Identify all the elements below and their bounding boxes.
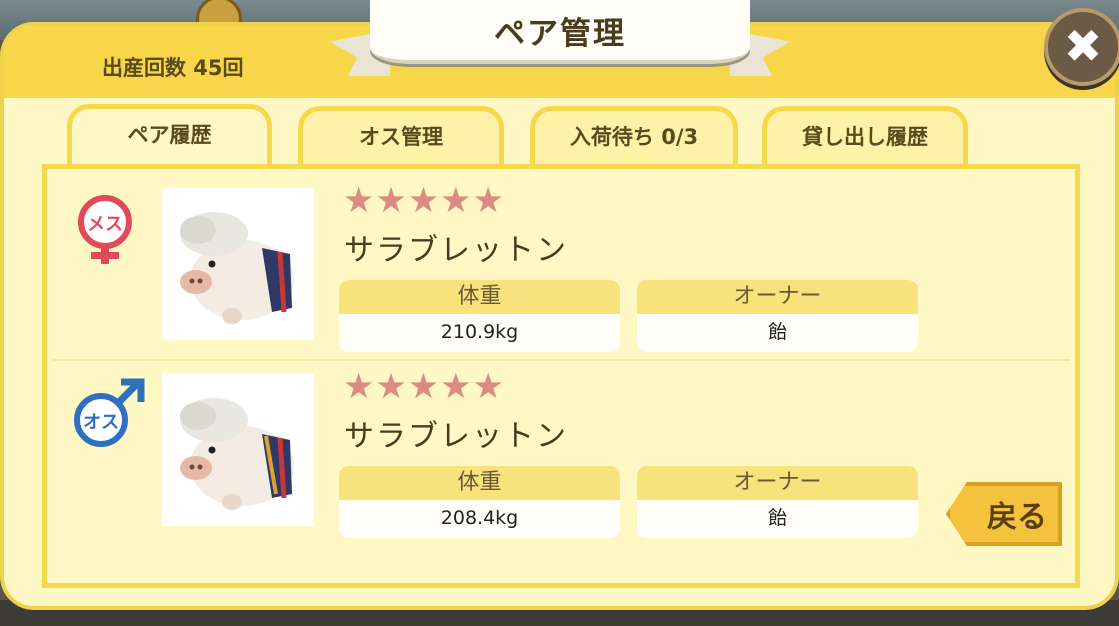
title-ribbon: ペア管理 [330,0,790,76]
tab-pair-history[interactable]: ペア履歴 [67,104,272,168]
pig-thumbnail[interactable] [162,188,314,340]
tab-lending-history[interactable]: 貸し出し履歴 [762,106,968,164]
owner-box: オーナー 飴 [637,280,918,352]
male-label: オス [83,412,119,433]
pig-icon [180,212,294,324]
pig-name: サラブレットン [344,233,568,268]
owner-label: オーナー [637,280,918,314]
close-button[interactable]: ✖ [1044,8,1119,86]
tab-male-management[interactable]: オス管理 [298,106,504,164]
back-button[interactable]: 戻る [946,482,1062,554]
row-divider [52,359,1070,361]
male-icon: オス [74,378,145,447]
tab-arrival-waiting[interactable]: 入荷待ち 0/3 [530,106,738,164]
female-icon: メス [78,195,132,264]
owner-label: オーナー [637,466,918,500]
weight-label: 体重 [339,280,620,314]
owner-value: 飴 [637,500,918,538]
weight-box: 体重 210.9kg [339,280,620,352]
pig-thumbnail[interactable] [162,374,314,526]
owner-value: 飴 [637,314,918,352]
page-title: ペア管理 [494,16,626,52]
pig-icon [180,398,294,510]
owner-box: オーナー 飴 [637,466,918,538]
star-rating: ★★★★★ [343,367,505,407]
weight-value: 210.9kg [339,314,620,352]
back-label: 戻る [987,500,1047,535]
weight-label: 体重 [339,466,620,500]
pig-name: サラブレットン [344,419,568,454]
female-label: メス [87,214,123,235]
birth-count: 出産回数 45回 [102,56,244,80]
weight-box: 体重 208.4kg [339,466,620,538]
pair-history-content: メス ★★★★★ サラブレットン 体重 210.9kg オーナー 飴 オス ★★… [42,164,1080,588]
weight-value: 208.4kg [339,500,620,538]
star-rating: ★★★★★ [343,181,505,221]
